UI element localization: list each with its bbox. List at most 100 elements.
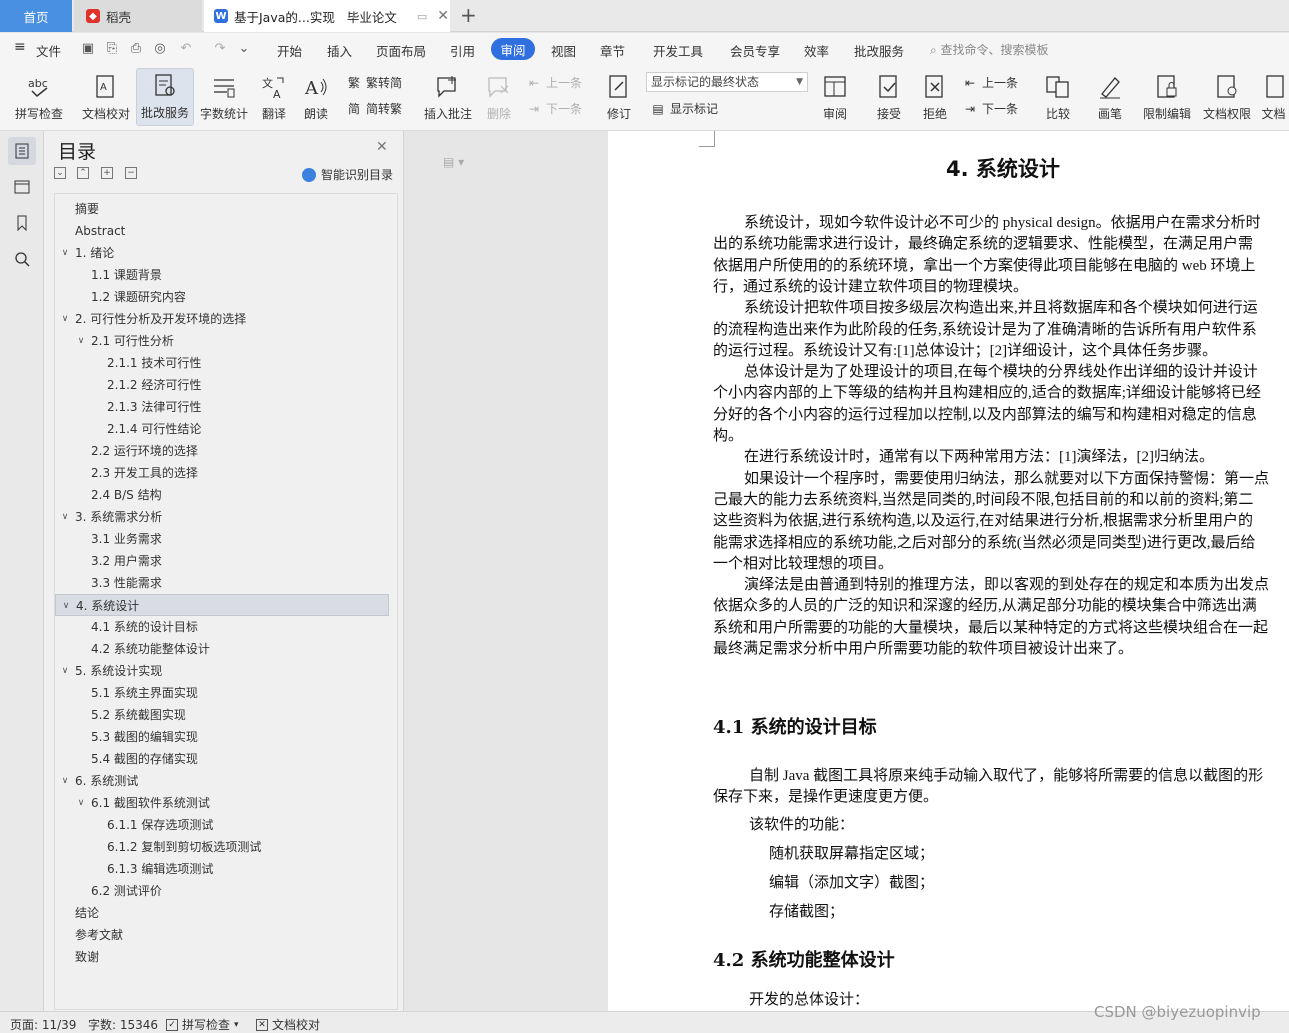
menu-member[interactable]: 会员专享 (730, 41, 780, 60)
expand-arrow-icon[interactable]: ∨ (75, 792, 87, 814)
expand-arrow-icon[interactable]: ∨ (59, 506, 71, 528)
toc-item[interactable]: 2.3 开发工具的选择 (55, 462, 395, 484)
tab-document[interactable]: W 基于Java的...实现 毕业论文 ▭ ✕ (204, 0, 450, 32)
new-tab-icon[interactable]: + (460, 3, 477, 27)
toc-item[interactable]: 4.1 系统的设计目标 (55, 616, 395, 638)
hamburger-icon[interactable]: ≡ (14, 39, 26, 55)
menu-view[interactable]: 视图 (551, 41, 576, 60)
tab-home[interactable]: 首页 (0, 0, 72, 32)
menu-references[interactable]: 引用 (450, 41, 475, 60)
toc-item[interactable]: 摘要 (55, 198, 395, 220)
show-markup-button[interactable]: ▤ 显示标记 (650, 100, 718, 117)
redo-icon[interactable]: ↷ (212, 41, 228, 57)
menu-chapter[interactable]: 章节 (600, 41, 625, 60)
toc-item[interactable]: 2.1.4 可行性结论 (55, 418, 395, 440)
print-icon[interactable]: ⎙ (128, 41, 144, 57)
toc-item[interactable]: ∨ 5. 系统设计实现 (55, 660, 395, 682)
navigation-tree-icon[interactable] (8, 173, 36, 201)
toc-item[interactable]: 5.1 系统主界面实现 (55, 682, 395, 704)
toc-item[interactable]: ∨ 2.1 可行性分析 (55, 330, 395, 352)
pen-button[interactable]: 画笔 (1090, 68, 1130, 126)
compare-button[interactable]: 比较 (1038, 68, 1078, 126)
menu-correction[interactable]: 批改服务 (854, 41, 904, 60)
toc-item[interactable]: ∨ 6.1 截图软件系统测试 (55, 792, 395, 814)
delete-comment-button[interactable]: 删除 (478, 68, 520, 126)
toc-item[interactable]: ∨ 4. 系统设计 (55, 594, 389, 616)
review-pane-button[interactable]: 审阅 (816, 68, 854, 126)
page-options-icon[interactable]: ▤ ▾ (443, 155, 464, 169)
expand-arrow-icon[interactable]: ∨ (60, 595, 72, 617)
toc-item[interactable]: 4.2 系统功能整体设计 (55, 638, 395, 660)
toc-item[interactable]: 3.3 性能需求 (55, 572, 395, 594)
toc-item[interactable]: ∨ 3. 系统需求分析 (55, 506, 395, 528)
menu-developer[interactable]: 开发工具 (653, 41, 703, 60)
close-icon[interactable]: ✕ (376, 139, 388, 155)
smart-toc-button[interactable]: 智能识别目录 (302, 166, 393, 183)
translate-button[interactable]: 文A 翻译 (254, 68, 294, 126)
toc-item[interactable]: 3.1 业务需求 (55, 528, 395, 550)
doc-proof-button[interactable]: A 文档校对 (78, 68, 134, 126)
status-spell-check[interactable]: ✓ 拼写检查 ▾ (166, 1016, 239, 1033)
print-preview-icon[interactable]: ◎ (152, 41, 168, 57)
word-count-indicator[interactable]: 字数: 15346 (88, 1016, 158, 1033)
toc-item[interactable]: 6.2 测试评价 (55, 880, 395, 902)
reject-button[interactable]: 拒绝 (916, 68, 954, 126)
toc-panel-icon[interactable] (8, 137, 36, 165)
toc-item[interactable]: 2.1.3 法律可行性 (55, 396, 395, 418)
toc-item[interactable]: ∨ 6. 系统测试 (55, 770, 395, 792)
insert-comment-button[interactable]: 插入批注 (422, 68, 474, 126)
chevron-down-icon[interactable]: ⌄ (236, 41, 252, 57)
toc-item[interactable]: 6.1.3 编辑选项测试 (55, 858, 395, 880)
toc-item[interactable]: ∨ 2. 可行性分析及开发环境的选择 (55, 308, 395, 330)
accept-button[interactable]: 接受 (870, 68, 908, 126)
document-page[interactable]: 4. 系统设计 系统设计，现如今软件设计必不可少的 physical desig… (608, 131, 1289, 1011)
prev-change-button[interactable]: ⇤ 上一条 (962, 74, 1018, 91)
toc-item[interactable]: 致谢 (55, 946, 395, 968)
simp-to-trad-button[interactable]: 简 简转繁 (346, 100, 402, 117)
prev-comment-button[interactable]: ⇤ 上一条 (526, 74, 582, 91)
tab-daoke[interactable]: ◆ 稻壳 (74, 0, 202, 32)
menu-file[interactable]: 文件 (36, 41, 61, 60)
next-change-button[interactable]: ⇥ 下一条 (962, 100, 1018, 117)
toc-item[interactable]: 5.4 截图的存储实现 (55, 748, 395, 770)
toc-item[interactable]: 5.2 系统截图实现 (55, 704, 395, 726)
menu-page-layout[interactable]: 页面布局 (376, 41, 426, 60)
toc-item[interactable]: ∨ 1. 绪论 (55, 242, 395, 264)
toc-item[interactable]: 2.2 运行环境的选择 (55, 440, 395, 462)
toc-item[interactable]: Abstract (55, 220, 395, 242)
toc-item[interactable]: 结论 (55, 902, 395, 924)
menu-start[interactable]: 开始 (277, 41, 302, 60)
read-aloud-button[interactable]: A 朗读 (298, 68, 334, 126)
expand-arrow-icon[interactable]: ∨ (59, 242, 71, 264)
collapse-all-icon[interactable]: ⌄ (54, 167, 66, 179)
toc-item[interactable]: 6.1.2 复制到剪切板选项测试 (55, 836, 395, 858)
command-search[interactable]: ⌕ 查找命令、搜索模板 (930, 41, 1049, 58)
toc-item[interactable]: 1.1 课题背景 (55, 264, 395, 286)
tab-close-icon[interactable]: ✕ (437, 8, 449, 24)
bookmark-icon[interactable] (8, 209, 36, 237)
toc-item[interactable]: 参考文献 (55, 924, 395, 946)
spell-check-button[interactable]: abc 拼写检查 (8, 68, 70, 126)
menu-review[interactable]: 审阅 (491, 38, 535, 60)
menu-efficiency[interactable]: 效率 (804, 41, 829, 60)
toc-item[interactable]: 3.2 用户需求 (55, 550, 395, 572)
export-pdf-icon[interactable]: ⎘ (104, 41, 120, 57)
toc-item[interactable]: 6.1.1 保存选项测试 (55, 814, 395, 836)
doc-more-button[interactable]: 文档 (1258, 68, 1289, 126)
toc-item[interactable]: 1.2 课题研究内容 (55, 286, 395, 308)
restrict-edit-button[interactable]: 限制编辑 (1140, 68, 1194, 126)
tab-window-icon[interactable]: ▭ (417, 10, 427, 23)
menu-insert[interactable]: 插入 (327, 41, 352, 60)
expand-arrow-icon[interactable]: ∨ (75, 330, 87, 352)
search-icon[interactable] (8, 245, 36, 273)
toc-item[interactable]: 2.1.2 经济可行性 (55, 374, 395, 396)
expand-arrow-icon[interactable]: ∨ (59, 770, 71, 792)
expand-arrow-icon[interactable]: ∨ (59, 660, 71, 682)
toc-item[interactable]: 5.3 截图的编辑实现 (55, 726, 395, 748)
doc-permission-button[interactable]: 文档权限 (1200, 68, 1254, 126)
page-indicator[interactable]: 页面: 11/39 (10, 1016, 76, 1033)
markup-mode-select[interactable]: 显示标记的最终状态 ▼ (646, 72, 808, 92)
status-doc-proof[interactable]: ✕ 文档校对 (256, 1016, 320, 1033)
remove-level-icon[interactable]: − (125, 167, 137, 179)
toc-item[interactable]: 2.1.1 技术可行性 (55, 352, 395, 374)
